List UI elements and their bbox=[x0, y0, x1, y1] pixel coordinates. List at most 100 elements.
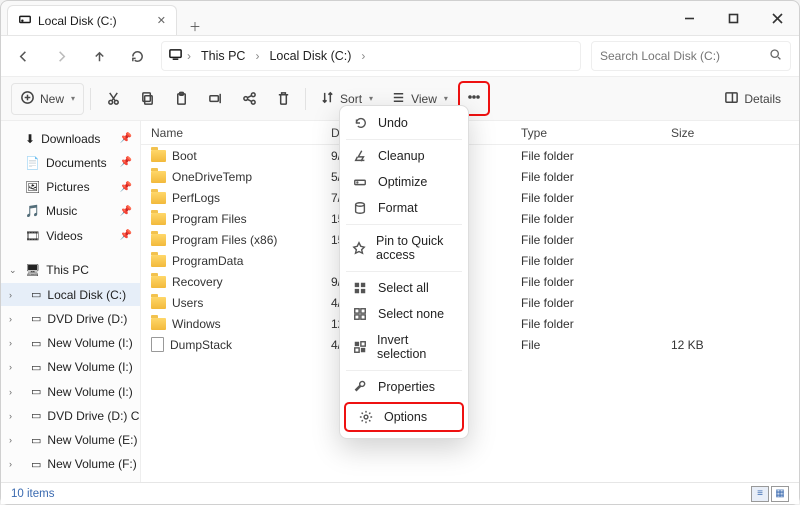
up-button[interactable] bbox=[85, 42, 113, 70]
sidebar-drive[interactable]: ›▭DVD Drive (D:) C bbox=[1, 404, 140, 427]
search-icon bbox=[769, 48, 782, 64]
paste-button[interactable] bbox=[165, 85, 197, 112]
view-label: View bbox=[411, 92, 437, 106]
col-type[interactable]: Type bbox=[521, 126, 671, 140]
pin-icon: 📌 bbox=[120, 206, 132, 217]
pin-icon: 📌 bbox=[120, 182, 132, 193]
undo-icon bbox=[352, 116, 368, 130]
col-name[interactable]: Name bbox=[141, 126, 331, 140]
menu-options[interactable]: Options bbox=[346, 404, 462, 430]
search-box[interactable] bbox=[591, 41, 791, 71]
chevron-right-icon: › bbox=[9, 411, 12, 421]
menu-separator bbox=[346, 370, 462, 371]
drive-icon bbox=[18, 12, 32, 29]
menu-cleanup[interactable]: Cleanup bbox=[340, 143, 468, 169]
table-row[interactable]: Recovery9/…File folder bbox=[141, 271, 799, 292]
details-pane-button[interactable]: Details bbox=[716, 84, 789, 114]
statusbar: 10 items ≡ ▦ bbox=[1, 482, 799, 504]
drive-icon: ▭ bbox=[31, 361, 41, 374]
sidebar-item[interactable]: 🎵Music📌 bbox=[1, 200, 140, 223]
optimize-icon bbox=[352, 175, 368, 189]
file-list[interactable]: Boot9/…File folderOneDriveTemp5/…File fo… bbox=[141, 145, 799, 482]
chevron-right-icon: › bbox=[9, 314, 12, 324]
menu-invert-selection[interactable]: Invert selection bbox=[340, 327, 468, 367]
menu-optimize[interactable]: Optimize bbox=[340, 169, 468, 195]
details-label: Details bbox=[744, 92, 781, 106]
menu-pin-quick-access[interactable]: Pin to Quick access bbox=[340, 228, 468, 268]
tab-title: Local Disk (C:) bbox=[38, 14, 117, 28]
folder-icon bbox=[151, 192, 166, 204]
select-none-icon bbox=[352, 307, 368, 321]
sidebar-drive[interactable]: ›▭Local Disk (C:) bbox=[1, 283, 140, 306]
sidebar-drive[interactable]: ›▭New Volume (I:) bbox=[1, 380, 140, 403]
drive-icon: ▭ bbox=[31, 409, 41, 422]
drive-icon: ▭ bbox=[31, 312, 41, 325]
divider bbox=[90, 88, 91, 110]
breadcrumb-part[interactable]: Local Disk (C:) bbox=[263, 47, 357, 65]
sidebar-drive[interactable]: ›▭New Volume (I:) bbox=[1, 331, 140, 354]
chevron-down-icon: ▾ bbox=[369, 94, 373, 103]
pin-icon: 📌 bbox=[120, 157, 132, 168]
sidebar-drive[interactable]: ›▭New Volume (F:) bbox=[1, 453, 140, 476]
copy-button[interactable] bbox=[131, 85, 163, 112]
sidebar-drive[interactable]: ›▭New Volume (E:) bbox=[1, 428, 140, 451]
menu-select-none[interactable]: Select none bbox=[340, 301, 468, 327]
table-row[interactable]: Program Files15/…File folder bbox=[141, 208, 799, 229]
rename-button[interactable] bbox=[199, 85, 231, 112]
drive-icon: ▭ bbox=[31, 434, 41, 447]
close-tab-icon[interactable]: ✕ bbox=[157, 14, 166, 27]
menu-properties[interactable]: Properties bbox=[340, 374, 468, 400]
column-header[interactable]: Name Date modified Type Size bbox=[141, 121, 799, 145]
item-count: 10 items bbox=[11, 488, 54, 500]
chevron-right-icon: › bbox=[9, 387, 12, 397]
select-all-icon bbox=[352, 281, 368, 295]
search-input[interactable] bbox=[600, 49, 760, 63]
close-window-button[interactable] bbox=[755, 1, 799, 35]
sidebar-item[interactable]: 📄Documents📌 bbox=[1, 151, 140, 174]
breadcrumb[interactable]: › This PC › Local Disk (C:) › bbox=[161, 41, 581, 71]
table-row[interactable]: Windows12/…File folder bbox=[141, 313, 799, 334]
folder-icon bbox=[151, 276, 166, 288]
view-icons-toggle[interactable]: ▦ bbox=[771, 486, 789, 502]
back-button[interactable] bbox=[9, 42, 37, 70]
menu-undo[interactable]: Undo bbox=[340, 110, 468, 136]
table-row[interactable]: Boot9/…File folder bbox=[141, 145, 799, 166]
refresh-button[interactable] bbox=[123, 42, 151, 70]
new-button[interactable]: New ▾ bbox=[11, 83, 84, 115]
table-row[interactable]: OneDriveTemp5/…File folder bbox=[141, 166, 799, 187]
chevron-down-icon: ▾ bbox=[444, 94, 448, 103]
tab-active[interactable]: Local Disk (C:) ✕ bbox=[7, 5, 177, 35]
menu-separator bbox=[346, 271, 462, 272]
chevron-right-icon: › bbox=[9, 435, 12, 445]
breadcrumb-part[interactable]: This PC bbox=[195, 47, 251, 65]
table-row[interactable]: Program Files (x86)15/…File folder bbox=[141, 229, 799, 250]
forward-button[interactable] bbox=[47, 42, 75, 70]
sidebar-this-pc[interactable]: ⌄🖥This PC bbox=[1, 259, 140, 282]
new-tab-button[interactable]: ＋ bbox=[181, 18, 209, 35]
table-row[interactable]: DumpStack4/…File12 KB bbox=[141, 334, 799, 355]
minimize-button[interactable] bbox=[667, 1, 711, 35]
gear-icon bbox=[358, 410, 374, 424]
sidebar-drive[interactable]: ›▭New Volume (I:) bbox=[1, 356, 140, 379]
file-content: Name Date modified Type Size Boot9/…File… bbox=[141, 121, 799, 482]
view-details-toggle[interactable]: ≡ bbox=[751, 486, 769, 502]
table-row[interactable]: ProgramDataFile folder bbox=[141, 250, 799, 271]
maximize-button[interactable] bbox=[711, 1, 755, 35]
cut-button[interactable] bbox=[97, 85, 129, 112]
share-button[interactable] bbox=[233, 85, 265, 112]
table-row[interactable]: Users4/…File folder bbox=[141, 292, 799, 313]
sidebar-item[interactable]: ⬇Downloads📌 bbox=[1, 127, 140, 150]
sidebar-item[interactable]: 🖼Pictures📌 bbox=[1, 176, 140, 199]
menu-select-all[interactable]: Select all bbox=[340, 275, 468, 301]
folder-icon: ⬇ bbox=[25, 132, 35, 146]
table-row[interactable]: PerfLogs7/…File folder bbox=[141, 187, 799, 208]
folder-icon: 🎵 bbox=[25, 204, 40, 218]
delete-button[interactable] bbox=[267, 85, 299, 112]
col-size[interactable]: Size bbox=[671, 126, 751, 140]
sidebar-drive[interactable]: ›▭DVD Drive (D:) bbox=[1, 307, 140, 330]
chevron-right-icon: › bbox=[9, 338, 12, 348]
menu-format[interactable]: Format bbox=[340, 195, 468, 221]
sidebar-item[interactable]: 🎞Videos📌 bbox=[1, 224, 140, 247]
chevron-right-icon: › bbox=[187, 49, 191, 63]
pin-icon bbox=[352, 241, 366, 255]
